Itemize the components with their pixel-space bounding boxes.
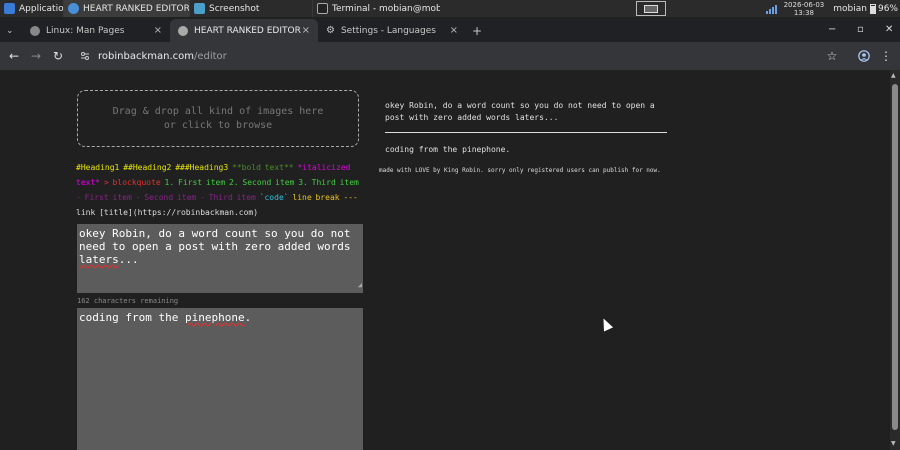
browser-menu-icon[interactable]: ⋮ xyxy=(875,49,897,63)
user-label[interactable]: mobian xyxy=(830,0,870,17)
battery-percent: 96% xyxy=(877,3,898,14)
workspace-switcher[interactable] xyxy=(635,1,666,16)
md-link: link [title](https://robinbackman.com) xyxy=(76,208,259,217)
mouse-cursor-icon xyxy=(598,316,614,332)
close-icon[interactable]: × xyxy=(302,25,310,36)
globe-icon xyxy=(30,25,40,36)
close-icon[interactable]: × xyxy=(450,25,458,36)
browser-tab-strip: ⌄ Linux: Man Pages × HEART RANKED EDITOR… xyxy=(0,17,900,42)
title-textarea[interactable]: okey Robin, do a word count so you do no… xyxy=(77,224,363,293)
dropzone-line2: or click to browse xyxy=(163,120,273,131)
md-ordered-list: 1. First item 2. Second item 3. Third it… xyxy=(164,178,359,187)
title-text: okey Robin, do a word count so you do no… xyxy=(79,227,351,266)
globe-icon xyxy=(178,25,188,36)
page-scrollbar[interactable]: ▲ ▼ xyxy=(890,70,900,450)
md-code: `code` xyxy=(259,193,289,202)
body-text-before: coding from the xyxy=(79,311,185,324)
footer-note: made with LOVE by King Robin. sorry only… xyxy=(379,167,661,174)
preview-divider xyxy=(385,132,667,133)
scroll-up-icon[interactable]: ▲ xyxy=(891,72,896,79)
dropzone-line1: Drag & drop all kind of images here xyxy=(112,106,324,117)
resize-handle-icon[interactable]: ◢ xyxy=(358,279,362,292)
applications-icon xyxy=(4,3,15,14)
md-unordered-list: - First item - Second item - Third item xyxy=(76,193,256,202)
markdown-help: #Heading1 ##Heading2 ###Heading3 **bold … xyxy=(76,160,362,220)
gear-icon: ⚙ xyxy=(326,25,335,36)
tab-list-button[interactable]: ⌄ xyxy=(0,19,22,42)
preview-body: coding from the pinephone. xyxy=(385,145,511,154)
minimize-button[interactable]: − xyxy=(828,17,836,42)
md-h1: #Heading1 xyxy=(76,163,120,172)
close-window-button[interactable]: ✕ xyxy=(885,17,893,42)
misspelled-word: pinephone xyxy=(184,311,245,324)
battery-icon xyxy=(869,3,876,14)
applications-label: Applications xyxy=(19,3,63,14)
url-path: /editor xyxy=(193,50,227,62)
md-h3: ###Heading3 xyxy=(175,163,229,172)
preview-title: okey Robin, do a word count so you do no… xyxy=(385,101,655,122)
applications-menu[interactable]: Applications xyxy=(0,0,63,17)
close-icon[interactable]: × xyxy=(154,25,162,36)
chevron-down-icon: ⌄ xyxy=(6,25,14,36)
characters-remaining: 162 characters remaining xyxy=(77,297,179,305)
md-blockquote: > blockquote xyxy=(103,178,161,187)
forward-button[interactable]: → xyxy=(25,49,47,63)
new-tab-button[interactable]: + xyxy=(466,19,488,42)
md-bold: **bold text** xyxy=(232,163,294,172)
md-h2: ##Heading2 xyxy=(123,163,172,172)
chromium-icon xyxy=(68,3,79,14)
clock[interactable]: 2026-06-03 13:38 xyxy=(784,1,825,17)
taskbar-window-screenshot[interactable]: Screenshot xyxy=(189,0,312,17)
os-taskbar: Applications HEART RANKED EDITOR - ... S… xyxy=(0,0,900,17)
site-info-icon[interactable] xyxy=(80,51,90,61)
tab-settings-languages[interactable]: ⚙ Settings - Languages × xyxy=(318,19,466,42)
bookmark-star-icon[interactable]: ☆ xyxy=(821,49,843,63)
profile-icon[interactable] xyxy=(858,50,870,62)
screenshot-icon xyxy=(194,3,205,14)
back-button[interactable]: ← xyxy=(3,49,25,63)
address-bar[interactable]: robinbackman.com/editor xyxy=(98,42,227,70)
scroll-thumb[interactable] xyxy=(892,84,898,430)
tab-linux-man-pages[interactable]: Linux: Man Pages × xyxy=(22,19,170,42)
preview-pane: okey Robin, do a word count so you do no… xyxy=(385,100,670,156)
tab-label: HEART RANKED EDITOR xyxy=(194,25,301,36)
battery-indicator[interactable]: 96% xyxy=(869,0,900,17)
body-text-after: . xyxy=(244,311,252,324)
url-domain: robinbackman.com xyxy=(98,50,194,62)
taskbar-window-label: Screenshot xyxy=(209,3,260,14)
clock-time: 13:38 xyxy=(793,8,815,17)
taskbar-window-editor[interactable]: HEART RANKED EDITOR - ... xyxy=(63,0,189,17)
browser-toolbar: ← → ↻ robinbackman.com/editor ☆ ⋮ xyxy=(0,42,900,70)
tab-heart-ranked-editor[interactable]: HEART RANKED EDITOR × xyxy=(170,19,318,42)
maximize-button[interactable]: ▫ xyxy=(857,17,864,42)
signal-icon[interactable] xyxy=(765,4,778,14)
md-linebreak: line break --- xyxy=(292,193,358,202)
misspelled-word: laters xyxy=(79,253,119,266)
scroll-down-icon[interactable]: ▼ xyxy=(891,440,896,447)
clock-date: 2026-06-03 xyxy=(783,0,825,9)
body-textarea[interactable]: coding from the pinephone. xyxy=(77,308,363,450)
workspace-thumbnail xyxy=(643,4,658,13)
taskbar-window-label: HEART RANKED EDITOR - ... xyxy=(83,3,189,14)
editor-page: Drag & drop all kind of images here or c… xyxy=(0,70,890,450)
terminal-icon xyxy=(317,3,328,14)
tab-label: Linux: Man Pages xyxy=(46,25,125,36)
taskbar-window-label: Terminal - mobian@mobia... xyxy=(332,3,440,14)
image-dropzone[interactable]: Drag & drop all kind of images here or c… xyxy=(77,90,359,147)
tab-label: Settings - Languages xyxy=(340,25,436,36)
taskbar-window-terminal[interactable]: Terminal - mobian@mobia... xyxy=(312,0,440,17)
reload-button[interactable]: ↻ xyxy=(47,49,69,63)
